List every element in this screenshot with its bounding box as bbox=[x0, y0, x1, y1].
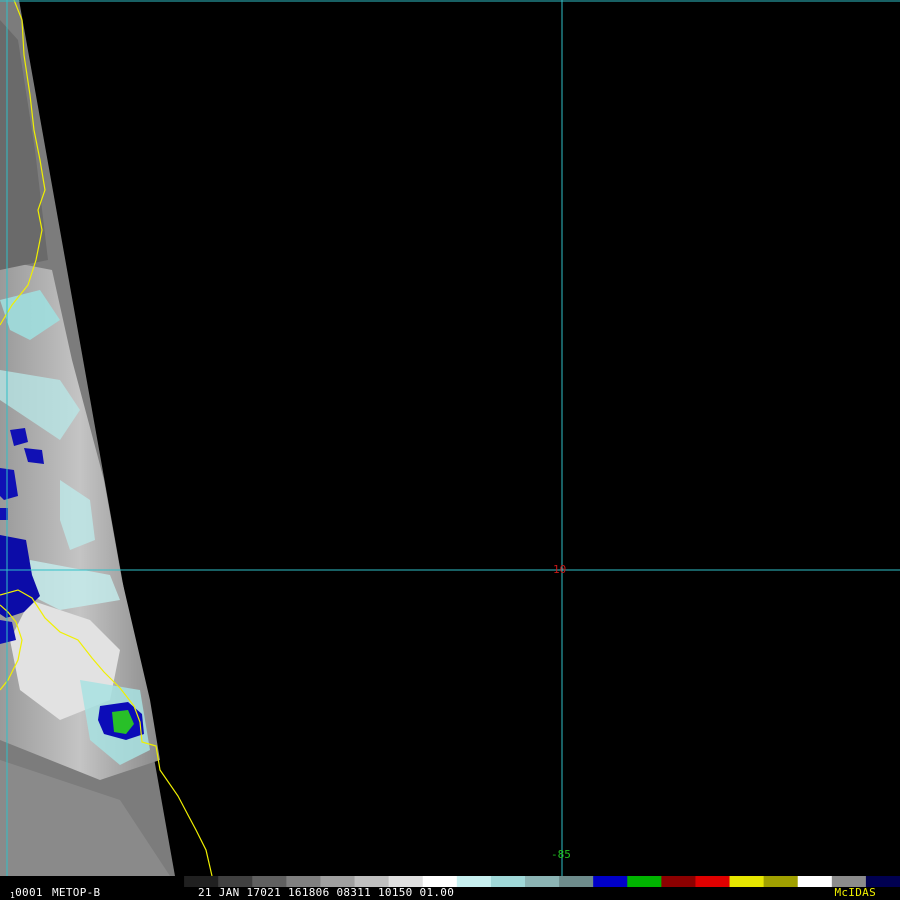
image-datetime: 21 JAN 17021 161806 08311 10150 01.00 bbox=[198, 886, 455, 899]
color-scale-segment bbox=[661, 876, 696, 887]
color-scale-segment bbox=[763, 876, 799, 887]
color-scale-segment bbox=[456, 876, 492, 887]
frame-number: 10001 bbox=[10, 886, 43, 900]
color-scale-segment bbox=[593, 876, 628, 887]
color-scale-segment bbox=[150, 876, 185, 887]
color-scale-segment bbox=[525, 876, 560, 887]
status-bar: 10001 METOP-B 21 JAN 17021 161806 08311 … bbox=[0, 876, 900, 900]
satellite-image-viewer: 10 -85 10001 METOP-B 21 JAN 17021 161806… bbox=[0, 0, 900, 900]
latitude-label: 10 bbox=[553, 563, 567, 576]
mcidas-logo: McIDAS bbox=[834, 886, 876, 899]
ir-imagery-canvas bbox=[0, 0, 900, 877]
color-scale-segment bbox=[559, 876, 594, 887]
color-scale-segment bbox=[797, 876, 833, 887]
satellite-name: METOP-B bbox=[52, 886, 101, 899]
color-scale-segment bbox=[695, 876, 731, 887]
color-scale-segment bbox=[729, 876, 765, 887]
longitude-label: -85 bbox=[551, 848, 571, 861]
color-scale-segment bbox=[490, 876, 526, 887]
color-scale-segment bbox=[627, 876, 662, 887]
